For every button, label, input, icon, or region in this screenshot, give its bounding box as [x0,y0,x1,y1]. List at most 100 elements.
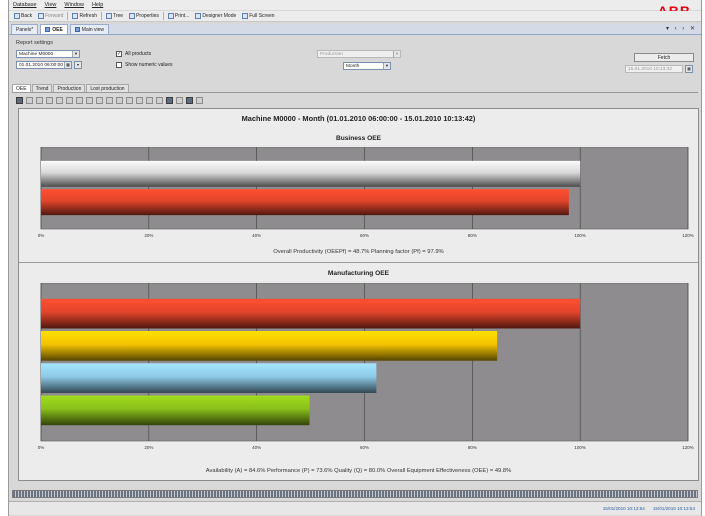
settings-icon[interactable] [196,97,203,104]
x-tick-label: 100% [574,445,586,450]
menu-database[interactable]: Database [9,0,41,10]
x-tick-label: 80% [468,445,477,450]
tab-main-view-label: Main view [81,26,105,33]
progress-strip [12,490,698,498]
tree-icon [105,13,112,19]
bar [41,160,581,187]
tab-production[interactable]: Production [53,84,86,92]
period-select[interactable]: Month ▼ [343,62,391,70]
forward-arrow-icon [38,13,45,19]
designer-mode-button[interactable]: Designer Mode [192,11,239,21]
table-icon[interactable] [56,97,63,104]
tab-oee-view[interactable]: OEE [12,84,31,92]
tree-button[interactable]: Tree [103,11,126,21]
align-right-icon[interactable] [136,97,143,104]
print-button[interactable]: Print... [165,11,192,21]
product-select[interactable]: Production ▼ [317,50,401,58]
show-numeric-checkbox[interactable]: Show numeric values [116,62,173,68]
manufacturing-oee-title: Manufacturing OEE [327,270,390,277]
x-tick-label: 80% [468,233,477,238]
oee-report-area: Machine M0000 - Month (01.01.2010 06:00:… [18,108,699,481]
menu-window[interactable]: Window [60,0,88,10]
align-left-icon[interactable] [126,97,133,104]
machine-select[interactable]: Machine M0000 ▼ [16,50,80,58]
status-times: 15/01/2010 10:13:54 15/01/2010 10:13:54 [595,506,695,511]
tab-main-view[interactable]: Main view [69,24,110,34]
x-tick-label: 60% [360,233,369,238]
x-tick-label: 40% [252,445,261,450]
full-screen-button[interactable]: Full Screen [239,11,277,21]
business-oee-footer: Overall Productivity (OEEPf) = 48.7% Pla… [273,249,444,255]
manufacturing-oee-chart: 0% 20% 40% 60% 80% 100% 120% [38,283,694,450]
chart-divider [19,262,698,263]
manufacturing-oee-footer: Availability (A) = 84.6% Performance (P)… [205,468,512,474]
forward-label: Forward [45,13,64,19]
x-tick-label: 20% [144,233,153,238]
refresh-button[interactable]: Refresh [69,11,100,21]
paste-icon[interactable] [96,97,103,104]
copy-icon[interactable] [86,97,93,104]
tab-oee[interactable]: OEE [40,24,68,34]
product-value: Production [320,52,343,57]
report-title: Machine M0000 - Month (01.01.2010 06:00:… [241,114,476,123]
fetch-button[interactable]: Fetch [634,53,694,62]
business-oee-chart: 0% 20% 40% 60% 80% 100% 120% [38,147,694,238]
toolbar-separator [100,12,102,20]
grid-icon[interactable] [46,97,53,104]
menu-help[interactable]: Help [88,0,107,10]
main-toolbar: Back Forward Refresh Tree Properties Pri… [9,11,701,22]
tab-trend[interactable]: Trend [31,84,53,92]
date-from-spinner[interactable]: ▾ [74,61,82,69]
refresh-label: Refresh [79,13,97,19]
properties-button[interactable]: Properties [126,11,162,21]
delete-icon[interactable] [36,97,43,104]
date-from-value: 01.01.2010 06:00:00 [19,63,64,68]
export-icon[interactable] [176,97,183,104]
window-controls[interactable]: ▾ ‹ › ✕ [666,24,697,34]
tab-panels-label: Panels* [16,26,34,33]
undo-icon[interactable] [26,97,33,104]
chevron-down-icon: ▼ [72,51,79,57]
sort-ascending-icon[interactable] [66,97,73,104]
oee-document-icon [45,27,51,32]
bar [41,298,581,329]
sort-descending-icon[interactable] [76,97,83,104]
back-arrow-icon [14,13,20,19]
machine-value: Machine M0000 [19,52,54,57]
all-products-checkbox[interactable]: ✓ All products [116,51,151,57]
report-settings-panel: Report settings Machine M0000 ▼ 01.01.201… [12,38,698,80]
tab-panels[interactable]: Panels* [11,24,39,34]
date-to-field[interactable]: 15.01.2010 10:13:42 [625,65,683,73]
report-toolbar [12,95,698,106]
toolbar-separator [162,12,164,20]
forward-button[interactable]: Forward [35,11,66,21]
chevron-down-icon: ▼ [393,51,400,57]
align-center-icon[interactable] [146,97,153,104]
date-to-calendar[interactable]: ▦ [685,65,693,73]
print-preview-icon[interactable] [166,97,173,104]
bar [41,331,498,361]
tab-lost-production[interactable]: Lost production [86,84,129,92]
x-tick-label: 100% [574,233,586,238]
report-settings-label: Report settings [16,40,53,46]
properties-label: Properties [136,13,159,19]
menu-view[interactable]: View [41,0,61,10]
designer-mode-label: Designer Mode [202,13,237,19]
x-tick-label: 0% [38,233,45,238]
date-from-field[interactable]: 01.01.2010 06:00:00 ▦ [16,61,72,69]
application-window: Database View Window Help ABB Back Forwa… [8,0,702,516]
designer-icon [195,13,202,19]
bar [41,395,310,426]
chart-icon[interactable] [16,97,23,104]
back-button[interactable]: Back [11,11,35,21]
properties-icon [129,13,136,19]
info-icon[interactable] [156,97,163,104]
main-view-icon [74,27,80,32]
zoom-in-icon[interactable] [106,97,113,104]
zoom-out-icon[interactable] [116,97,123,104]
x-tick-label: 40% [252,233,261,238]
save-icon[interactable] [186,97,193,104]
document-tabs: Panels* OEE Main view ▾ ‹ › ✕ [9,24,701,35]
menu-bar: Database View Window Help [9,0,701,10]
show-numeric-label: Show numeric values [125,62,173,68]
